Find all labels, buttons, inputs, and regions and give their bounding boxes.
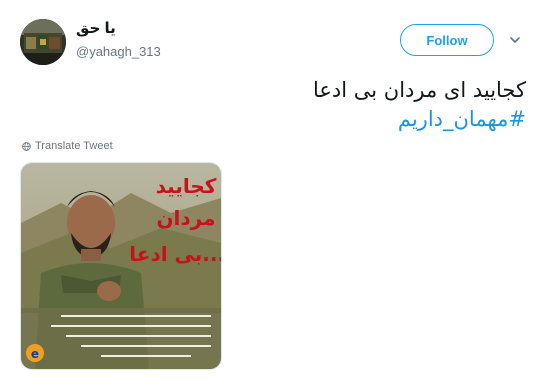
svg-text:بی ادعا....: بی ادعا.... xyxy=(129,242,221,266)
tweet-media-image[interactable]: کجایید مردان بی ادعا.... e xyxy=(20,162,222,370)
svg-text:مردان: مردان xyxy=(156,206,215,230)
tweet-text-line: کجایید ای مردان بی ادعا xyxy=(312,78,526,102)
tweet-text: کجایید ای مردان بی ادعا #مهمان_داریم xyxy=(313,76,526,134)
avatar[interactable] xyxy=(20,19,66,65)
chevron-down-icon[interactable] xyxy=(508,33,522,47)
translate-tweet-link[interactable]: Translate Tweet xyxy=(22,140,113,152)
globe-icon xyxy=(22,141,31,151)
display-name[interactable]: یا حق xyxy=(76,19,116,37)
follow-button[interactable]: Follow xyxy=(400,24,494,56)
translate-tweet-label: Translate Tweet xyxy=(35,140,113,152)
svg-text:کجایید: کجایید xyxy=(156,174,217,198)
user-handle[interactable]: @yahagh_313 xyxy=(76,44,161,59)
svg-text:e: e xyxy=(31,347,39,361)
hashtag-link[interactable]: #مهمان_داریم xyxy=(313,105,526,134)
